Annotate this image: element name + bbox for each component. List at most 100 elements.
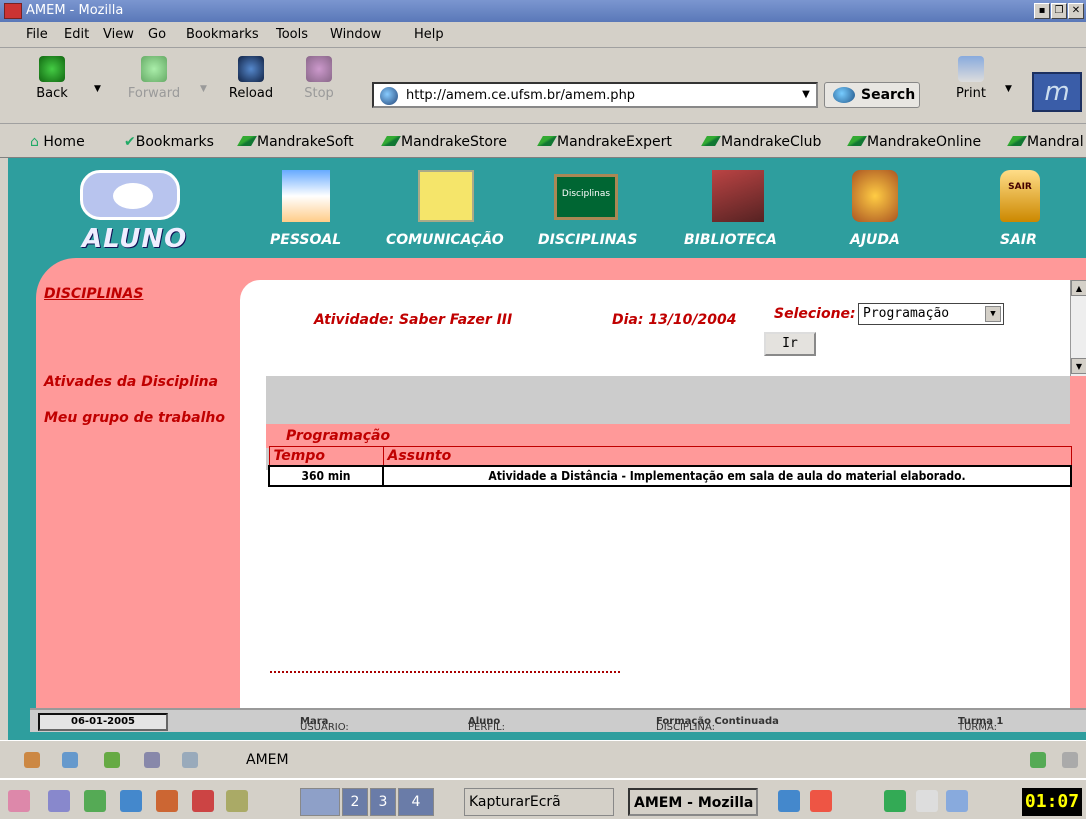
mail-icon[interactable] — [62, 752, 78, 768]
launcher-icon[interactable] — [48, 790, 70, 812]
desktop-3[interactable]: 3 — [370, 788, 396, 816]
browser-icon[interactable] — [120, 790, 142, 812]
footer-date: 06-01-2005 — [38, 713, 168, 731]
nav-biblioteca[interactable]: BIBLIOTECA — [684, 232, 777, 248]
nav-disciplinas[interactable]: DISCIPLINAS — [538, 232, 637, 248]
bookmark-mandrakeclub[interactable]: MandrakeClub — [701, 134, 822, 150]
biblioteca-books-icon[interactable] — [712, 170, 764, 222]
bookmark-mandrakeonline[interactable]: MandrakeOnline — [847, 134, 981, 150]
bookmark-mandrakeexpert[interactable]: MandrakeExpert — [537, 134, 672, 150]
lifebuoy-icon[interactable] — [192, 790, 214, 812]
ajuda-book-icon[interactable] — [852, 170, 898, 222]
maximize-button[interactable]: ❐ — [1051, 3, 1067, 19]
menu-edit[interactable]: Edit — [64, 27, 89, 42]
nav-ajuda[interactable]: AJUDA — [850, 232, 900, 248]
start-menu-icon[interactable] — [8, 790, 30, 812]
nav-comunicacao[interactable]: COMUNICAÇÃO — [386, 232, 504, 248]
gray-band — [266, 376, 1070, 426]
nav-pessoal[interactable]: PESSOAL — [270, 232, 341, 248]
reload-button[interactable]: Reload — [224, 52, 278, 101]
table-row: 360 min Atividade a Distância - Implemen… — [268, 465, 1072, 487]
web-page: ALUNO PESSOAL COMUNICAÇÃO Disciplinas DI… — [0, 158, 1086, 740]
bookmark-bookmarks[interactable]: ✔Bookmarks — [124, 134, 214, 150]
go-button[interactable]: Ir — [764, 332, 816, 356]
footer-perfil: PERFIL: Aluno — [468, 716, 505, 733]
menu-go[interactable]: Go — [148, 27, 166, 42]
scroll-down-icon[interactable]: ▼ — [1071, 358, 1086, 374]
vertical-scrollbar[interactable]: ▲ ▼ — [1070, 280, 1086, 376]
close-button[interactable]: ✕ — [1068, 3, 1084, 19]
scroll-up-icon[interactable]: ▲ — [1071, 280, 1086, 296]
footer-disciplina: DISCIPLINA: Formação Continuada — [656, 716, 779, 733]
nav-sair[interactable]: SAIR — [1000, 232, 1037, 248]
task-amem-mozilla[interactable]: AMEM - Mozilla — [628, 788, 758, 816]
schedule-table: Tempo Assunto 360 min Atividade a Distân… — [268, 446, 1072, 487]
lock-icon[interactable] — [1062, 752, 1078, 768]
section-select[interactable]: Programação ▼ — [858, 303, 1004, 325]
pen-icon — [701, 136, 721, 146]
bookmark-home[interactable]: ⌂ Home — [30, 134, 85, 150]
sair-door-icon[interactable]: SAIR — [1000, 170, 1040, 222]
menu-file[interactable]: File — [26, 27, 48, 42]
stop-button[interactable]: Stop — [296, 52, 342, 101]
back-button[interactable]: Back — [30, 52, 74, 101]
chevron-down-icon: ▼ — [985, 306, 1001, 322]
clock: 01:07 — [1022, 788, 1082, 816]
task-kapturarecra[interactable]: KapturarEcrã — [464, 788, 614, 816]
bookmark-mandral[interactable]: Mandral — [1007, 134, 1084, 150]
connection-icon — [1030, 752, 1046, 768]
display-icon[interactable] — [946, 790, 968, 812]
navigator-icon[interactable] — [24, 752, 40, 768]
sidebar-title[interactable]: DISCIPLINAS — [44, 286, 143, 302]
task-amem-mozilla-label: AMEM - Mozilla — [634, 795, 754, 811]
home-folder-icon[interactable] — [84, 790, 106, 812]
desktop-4[interactable]: 4 — [398, 788, 434, 816]
print-dropdown[interactable]: ▼ — [1005, 84, 1012, 94]
bookmark-mandrakesoft[interactable]: MandrakeSoft — [237, 134, 354, 150]
network-icon[interactable] — [884, 790, 906, 812]
status-text: AMEM — [246, 752, 289, 768]
back-arrow-icon — [39, 56, 65, 82]
url-input[interactable]: http://amem.ce.ufsm.br/amem.php — [372, 82, 818, 108]
menu-bookmarks[interactable]: Bookmarks — [186, 27, 259, 42]
edit-icon[interactable] — [226, 790, 248, 812]
record-icon[interactable] — [810, 790, 832, 812]
chat-icon[interactable] — [182, 752, 198, 768]
mozilla-throbber-icon[interactable]: m — [1032, 72, 1082, 112]
bookmark-mandrakestore-label: MandrakeStore — [401, 134, 507, 150]
printer-icon — [958, 56, 984, 82]
app-icon — [4, 3, 22, 19]
window-titlebar[interactable]: AMEM - Mozilla ▪ ❐ ✕ — [0, 0, 1086, 22]
desktop-1[interactable] — [300, 788, 340, 816]
pen-icon — [381, 136, 401, 146]
menu-help[interactable]: Help — [414, 27, 444, 42]
menu-window[interactable]: Window — [330, 27, 381, 42]
url-history-dropdown[interactable]: ▼ — [797, 85, 815, 105]
search-button[interactable]: Search — [824, 82, 920, 108]
sidebar-link-atividades[interactable]: Ativades da Disciplina — [44, 374, 218, 390]
sidebar-link-grupo[interactable]: Meu grupo de trabalho — [44, 410, 225, 426]
keyboard-icon[interactable] — [778, 790, 800, 812]
minimize-button[interactable]: ▪ — [1034, 3, 1050, 19]
pessoal-icon[interactable] — [282, 170, 330, 222]
print-button[interactable]: Print — [948, 52, 994, 101]
menu-view[interactable]: View — [103, 27, 134, 42]
composer-icon[interactable] — [104, 752, 120, 768]
disciplinas-board-icon[interactable]: Disciplinas — [554, 174, 618, 220]
bookmark-mandrakestore[interactable]: MandrakeStore — [381, 134, 507, 150]
dotted-divider — [270, 671, 620, 673]
addressbook-icon[interactable] — [144, 752, 160, 768]
forward-button[interactable]: Forward — [114, 52, 194, 101]
forward-history-dropdown[interactable]: ▼ — [200, 84, 207, 94]
pen-icon — [1007, 136, 1027, 146]
footer-disciplina-label: DISCIPLINA: — [656, 722, 715, 733]
bookmark-mandrakeclub-label: MandrakeClub — [721, 134, 822, 150]
back-history-dropdown[interactable]: ▼ — [94, 84, 101, 94]
search-icon — [833, 87, 855, 103]
clipboard-icon[interactable] — [916, 790, 938, 812]
desktop-2[interactable]: 2 — [342, 788, 368, 816]
site-icon — [380, 87, 398, 105]
comunicacao-icon[interactable] — [418, 170, 474, 222]
help-icon[interactable] — [156, 790, 178, 812]
menu-tools[interactable]: Tools — [276, 27, 308, 42]
